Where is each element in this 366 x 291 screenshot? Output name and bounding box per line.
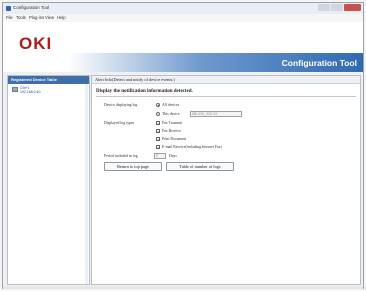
close-button[interactable]	[344, 4, 361, 11]
window-title: Configuration Tool	[13, 5, 50, 10]
device-sidebar: Registered Device Table C9x*1 192.168.0.…	[7, 75, 90, 285]
all-devices-label: All devices	[162, 103, 180, 107]
period-label: Period included in log	[104, 154, 138, 158]
printer-icon	[12, 87, 18, 92]
device-tree-item[interactable]: C9x*1 192.168.0.40	[12, 86, 82, 95]
device-log-label: Device displaying log	[104, 103, 138, 107]
header-banner: Configuration Tool	[3, 53, 363, 72]
return-top-button[interactable]: Return to top page	[104, 162, 162, 171]
menu-help[interactable]: Help	[57, 15, 66, 20]
divider	[96, 96, 356, 97]
period-input[interactable]: 7	[154, 153, 166, 159]
this-device-radio[interactable]	[156, 112, 160, 116]
app-icon	[6, 6, 11, 11]
log-count-table-button[interactable]: Table of number of logs	[166, 162, 234, 171]
breadcrumb: Alert Info(Detect and notify of device e…	[92, 76, 360, 84]
main-content: Alert Info(Detect and notify of device e…	[91, 75, 361, 285]
period-unit: Days	[169, 154, 177, 158]
menu-tools[interactable]: Tools	[16, 15, 26, 20]
menu-plugins[interactable]: Plug-ins	[29, 15, 44, 20]
status-bar	[3, 286, 363, 289]
print-document-label: Print Document	[162, 137, 187, 141]
app-header: OKI Configuration Tool	[3, 22, 363, 72]
title-bar: Configuration Tool	[3, 3, 363, 14]
fax-transmit-label: Fax Transmit	[162, 121, 183, 125]
fax-receive-label: Fax Receive	[162, 129, 181, 133]
fax-transmit-checkbox[interactable]: ✓	[156, 121, 160, 126]
menu-view[interactable]: View	[45, 15, 54, 20]
print-document-checkbox[interactable]: ✓	[156, 137, 160, 142]
section-title: Display the notification information det…	[96, 89, 193, 94]
email-receive-label: E-mail Receive(including Internet Fax)	[162, 145, 222, 149]
menu-file[interactable]: File	[6, 15, 13, 20]
fax-receive-checkbox[interactable]: ✓	[156, 129, 160, 134]
app-window: Configuration Tool File Tools Plug-ins V…	[2, 2, 364, 289]
this-device-select[interactable]: MB-XXX_XXX.XX	[190, 111, 242, 117]
device-ip: 192.168.0.40	[20, 90, 41, 94]
sidebar-heading: Registered Device Table	[8, 76, 89, 84]
all-devices-radio[interactable]	[156, 103, 160, 107]
email-receive-checkbox[interactable]: ✓	[156, 145, 160, 150]
minimize-button[interactable]	[318, 4, 330, 11]
sidebar-scrollbar[interactable]	[85, 84, 88, 284]
app-title: Configuration Tool	[281, 58, 357, 68]
oki-logo: OKI	[19, 34, 53, 53]
maximize-button[interactable]	[331, 4, 343, 11]
log-types-label: Displayed log types	[104, 121, 135, 125]
this-device-label: This device	[162, 112, 180, 116]
